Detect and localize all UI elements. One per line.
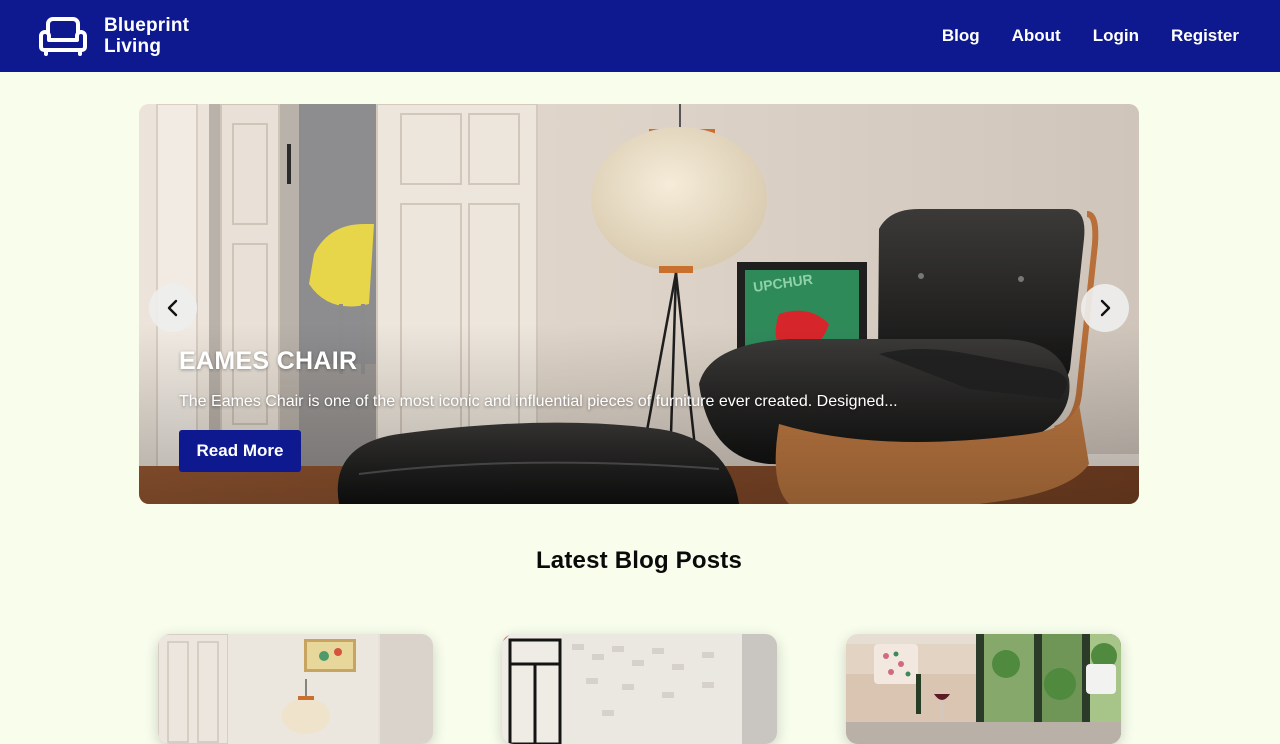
nav-link-blog[interactable]: Blog — [942, 26, 980, 46]
hero-title: EAMES CHAIR — [179, 347, 358, 375]
nav-link-register[interactable]: Register — [1171, 26, 1239, 46]
brand-name: Blueprint Living — [104, 15, 189, 57]
brand-logo-link[interactable]: Blueprint Living — [38, 15, 189, 57]
brand-name-line1: Blueprint — [104, 15, 190, 36]
site-header: Blueprint Living Blog About Login Regist… — [0, 0, 1280, 72]
nav-link-about[interactable]: About — [1012, 26, 1061, 46]
slider-next-button[interactable] — [1081, 284, 1129, 332]
blog-post-card[interactable] — [502, 634, 777, 744]
chevron-right-icon — [1100, 299, 1111, 317]
read-more-button[interactable]: Read More — [179, 430, 301, 472]
nav-link-login[interactable]: Login — [1093, 26, 1139, 46]
hero-caption: EAMES CHAIR The Eames Chair is one of th… — [179, 346, 898, 412]
post-thumbnail-image — [158, 634, 433, 744]
hero-slider: UPCHUR EAMES CHAIR The Eames Chair is on… — [139, 104, 1139, 504]
blog-post-card[interactable] — [846, 634, 1121, 744]
hero-excerpt: The Eames Chair is one of the most iconi… — [179, 393, 898, 410]
blog-post-card[interactable] — [158, 634, 433, 744]
latest-posts-heading: Latest Blog Posts — [535, 547, 743, 574]
brand-name-line2: Living — [104, 36, 162, 57]
sofa-icon — [39, 17, 87, 56]
post-thumbnail-image — [502, 634, 777, 744]
chevron-left-icon — [167, 299, 178, 317]
slider-prev-button[interactable] — [149, 284, 197, 332]
main-nav: Blog About Login Register — [942, 26, 1239, 46]
post-thumbnail-image — [846, 634, 1121, 744]
